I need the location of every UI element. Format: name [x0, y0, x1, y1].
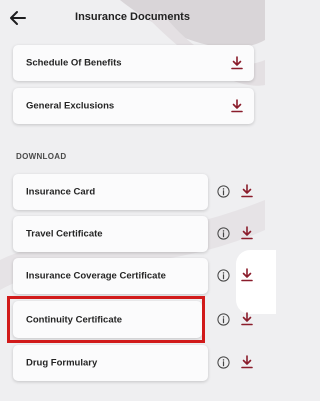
download-item-continuity-certificate[interactable]: Continuity Certificate: [13, 301, 202, 338]
info-icon[interactable]: [217, 227, 230, 240]
info-icon[interactable]: [217, 356, 230, 369]
download-section-heading: DOWNLOAD: [16, 152, 67, 161]
info-icon[interactable]: [217, 185, 230, 198]
document-label: General Exclusions: [26, 100, 115, 112]
download-icon[interactable]: [230, 56, 244, 70]
download-item-label: Continuity Certificate: [26, 314, 123, 325]
download-item-travel-certificate[interactable]: Travel Certificate: [13, 216, 208, 252]
download-icon[interactable]: [230, 99, 244, 113]
download-icon[interactable]: [240, 268, 254, 282]
info-icon[interactable]: [217, 269, 230, 282]
download-item-label: Insurance Coverage Certificate: [26, 270, 166, 282]
download-icon[interactable]: [240, 226, 254, 240]
document-label: Schedule Of Benefits: [26, 57, 122, 69]
download-item-insurance-coverage-certificate[interactable]: Insurance Coverage Certificate: [13, 258, 208, 294]
info-icon[interactable]: [217, 313, 230, 326]
download-item-label: Travel Certificate: [26, 228, 103, 240]
download-item-label: Insurance Card: [26, 186, 96, 198]
background-blob: [236, 250, 276, 314]
download-item-drug-formulary[interactable]: Drug Formulary: [13, 345, 208, 381]
download-icon[interactable]: [240, 184, 254, 198]
app-header: Insurance Documents: [0, 0, 265, 38]
download-item-insurance-card[interactable]: Insurance Card: [13, 174, 208, 210]
document-card-general-exclusions[interactable]: General Exclusions: [13, 88, 254, 124]
document-card-schedule-of-benefits[interactable]: Schedule Of Benefits: [13, 45, 254, 81]
download-icon[interactable]: [240, 355, 254, 369]
download-item-label: Drug Formulary: [26, 357, 98, 369]
page-title: Insurance Documents: [75, 11, 190, 23]
download-icon[interactable]: [240, 312, 254, 326]
